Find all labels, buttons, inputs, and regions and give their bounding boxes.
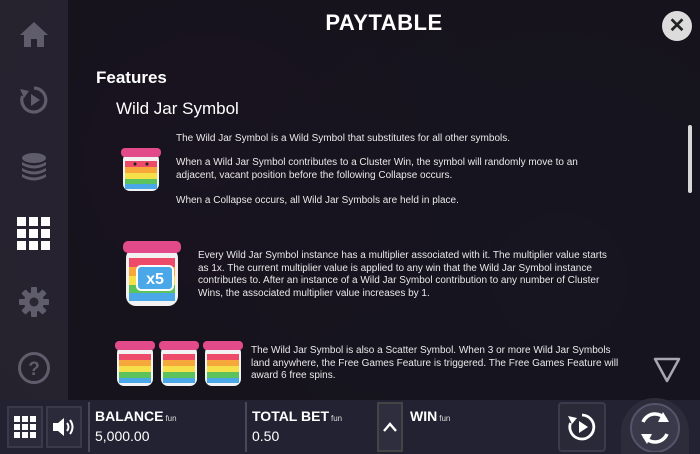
paytable-panel: PAYTABLE ✕ Features Wild Jar Symbol The … [68,0,700,400]
paytable-grid-icon[interactable] [14,214,54,254]
speaker-icon [53,418,74,436]
win-display: WIN fun [410,408,450,424]
paytable-title: PAYTABLE [325,10,443,35]
bottom-bar: BALANCE fun 5,000.00 TOTAL BET fun 0.50 WI… [0,400,700,454]
help-icon[interactable]: ? [14,348,54,388]
sidebar-nav: ? [0,0,68,400]
chevron-up-icon [383,422,397,432]
win-unit: fun [439,414,451,423]
home-icon[interactable] [14,14,54,54]
paragraph-scatter: The Wild Jar Symbol is also a Scatter Sy… [251,345,619,381]
replay-icon[interactable] [14,80,54,120]
settings-gear-icon[interactable] [14,282,54,322]
coins-icon[interactable] [14,146,54,186]
balance-unit: fun [165,414,177,423]
spin-button[interactable] [621,398,689,454]
section-title: Features [96,68,167,87]
menu-grid-icon [14,416,36,438]
total-bet-label: TOTAL BET [252,408,329,424]
svg-text:?: ? [28,359,40,380]
wild-jar-multiplier-icon: x5 [123,240,181,313]
multiplier-badge: x5 [146,271,164,288]
autoplay-button[interactable] [558,402,606,452]
scrollbar-thumb[interactable] [688,125,692,193]
paragraph-substitute: The Wild Jar Symbol is a Wild Symbol tha… [176,133,511,144]
paragraph-held: When a Collapse occurs, all Wild Jar Sym… [176,195,459,206]
wild-jar-symbol-icon [121,147,161,198]
divider [245,402,247,452]
bet-up-button[interactable] [377,402,403,452]
divider [88,402,90,452]
total-bet-value: 0.50 [252,428,280,444]
paragraph-move: When a Wild Jar Symbol contributes to a … [176,157,578,181]
autoplay-icon [568,413,596,441]
balance-label: BALANCE [95,408,164,424]
balance-value: 5,000.00 [95,428,150,444]
close-icon[interactable]: ✕ [662,11,692,41]
sound-button[interactable] [46,406,82,448]
menu-grid-button[interactable] [7,406,43,448]
total-bet-display: TOTAL BET fun 0.50 [252,408,342,444]
paragraph-multiplier: Every Wild Jar Symbol instance has a mul… [198,250,607,299]
balance-display: BALANCE fun 5,000.00 [95,408,177,444]
scroll-down-icon[interactable] [652,356,682,389]
win-label: WIN [410,408,438,424]
total-bet-unit: fun [331,414,343,423]
scatter-jars-icon [115,340,245,393]
spin-icon [630,403,680,452]
subsection-title: Wild Jar Symbol [116,99,239,118]
